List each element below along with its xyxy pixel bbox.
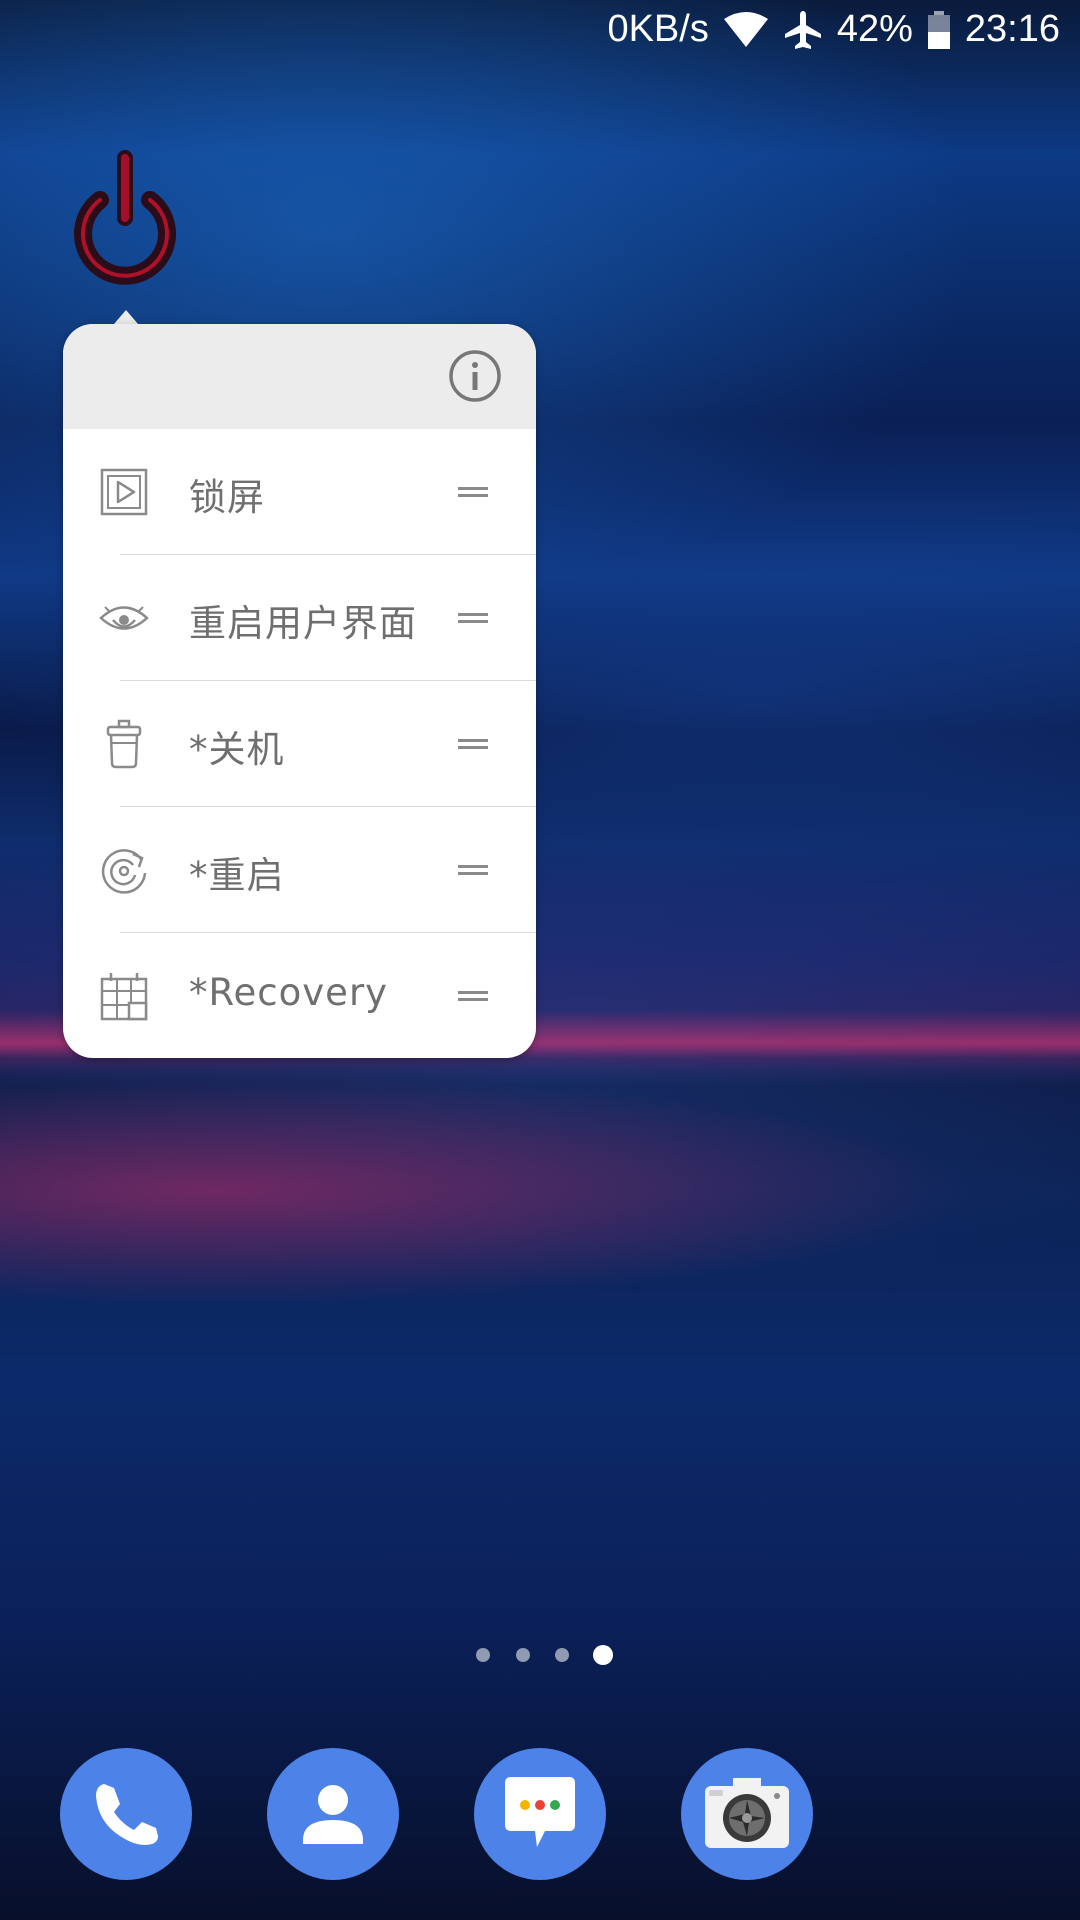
menu-item-label: *Recovery bbox=[189, 971, 389, 1014]
menu-item-restart-ui[interactable]: 重启用户界面 bbox=[63, 555, 536, 681]
menu-item-reboot[interactable]: *重启 bbox=[63, 807, 536, 933]
drag-handle-icon[interactable] bbox=[458, 485, 488, 499]
page-dot[interactable] bbox=[516, 1648, 530, 1662]
menu-item-label: 锁屏 bbox=[189, 476, 265, 519]
camera-icon bbox=[705, 1778, 789, 1848]
phone-app[interactable] bbox=[60, 1748, 192, 1880]
clock: 23:16 bbox=[964, 8, 1060, 50]
network-speed: 0KB/s bbox=[607, 8, 709, 50]
menu-item-recovery[interactable]: *Recovery bbox=[63, 933, 536, 1058]
menu-item-label: *关机 bbox=[189, 728, 285, 771]
menu-item-lock-screen[interactable]: 锁屏 bbox=[63, 429, 536, 555]
page-dot-active[interactable] bbox=[593, 1645, 613, 1665]
info-icon[interactable] bbox=[448, 349, 502, 403]
messages-icon bbox=[505, 1777, 575, 1847]
home-screen: 0KB/s 42% 23:16 锁屏 重启用户界面 *关机 *重启 *Recov… bbox=[0, 0, 1080, 1920]
popup-header bbox=[63, 324, 536, 429]
trash-icon bbox=[106, 719, 142, 769]
grid-calendar-icon bbox=[100, 973, 148, 1021]
contacts-icon bbox=[303, 1785, 363, 1844]
drag-handle-icon[interactable] bbox=[458, 737, 488, 751]
menu-item-label: *重启 bbox=[189, 854, 285, 897]
page-dot[interactable] bbox=[555, 1648, 569, 1662]
battery-percent: 42% bbox=[836, 8, 913, 50]
power-icon[interactable] bbox=[70, 150, 180, 285]
restart-icon bbox=[101, 849, 147, 894]
page-dot[interactable] bbox=[476, 1648, 490, 1662]
drag-handle-icon[interactable] bbox=[458, 863, 488, 877]
dock bbox=[0, 1748, 1080, 1880]
drag-handle-icon[interactable] bbox=[458, 989, 488, 1003]
page-indicator bbox=[0, 1642, 1080, 1666]
popup-arrow bbox=[114, 310, 138, 324]
wifi-icon bbox=[723, 11, 768, 47]
status-bar: 0KB/s 42% 23:16 bbox=[0, 0, 1080, 64]
messages-app[interactable] bbox=[474, 1748, 606, 1880]
battery-icon bbox=[927, 10, 950, 49]
airplane-icon bbox=[784, 10, 821, 49]
menu-item-label: 重启用户界面 bbox=[189, 602, 417, 645]
contacts-app[interactable] bbox=[267, 1748, 399, 1880]
eye-icon bbox=[99, 606, 149, 630]
phone-icon bbox=[96, 1784, 158, 1845]
play-box-icon bbox=[100, 468, 148, 516]
power-menu-popup: 锁屏 重启用户界面 *关机 *重启 *Recovery bbox=[63, 324, 536, 1058]
drag-handle-icon[interactable] bbox=[458, 611, 488, 625]
camera-app[interactable] bbox=[681, 1748, 813, 1880]
menu-item-power-off[interactable]: *关机 bbox=[63, 681, 536, 807]
